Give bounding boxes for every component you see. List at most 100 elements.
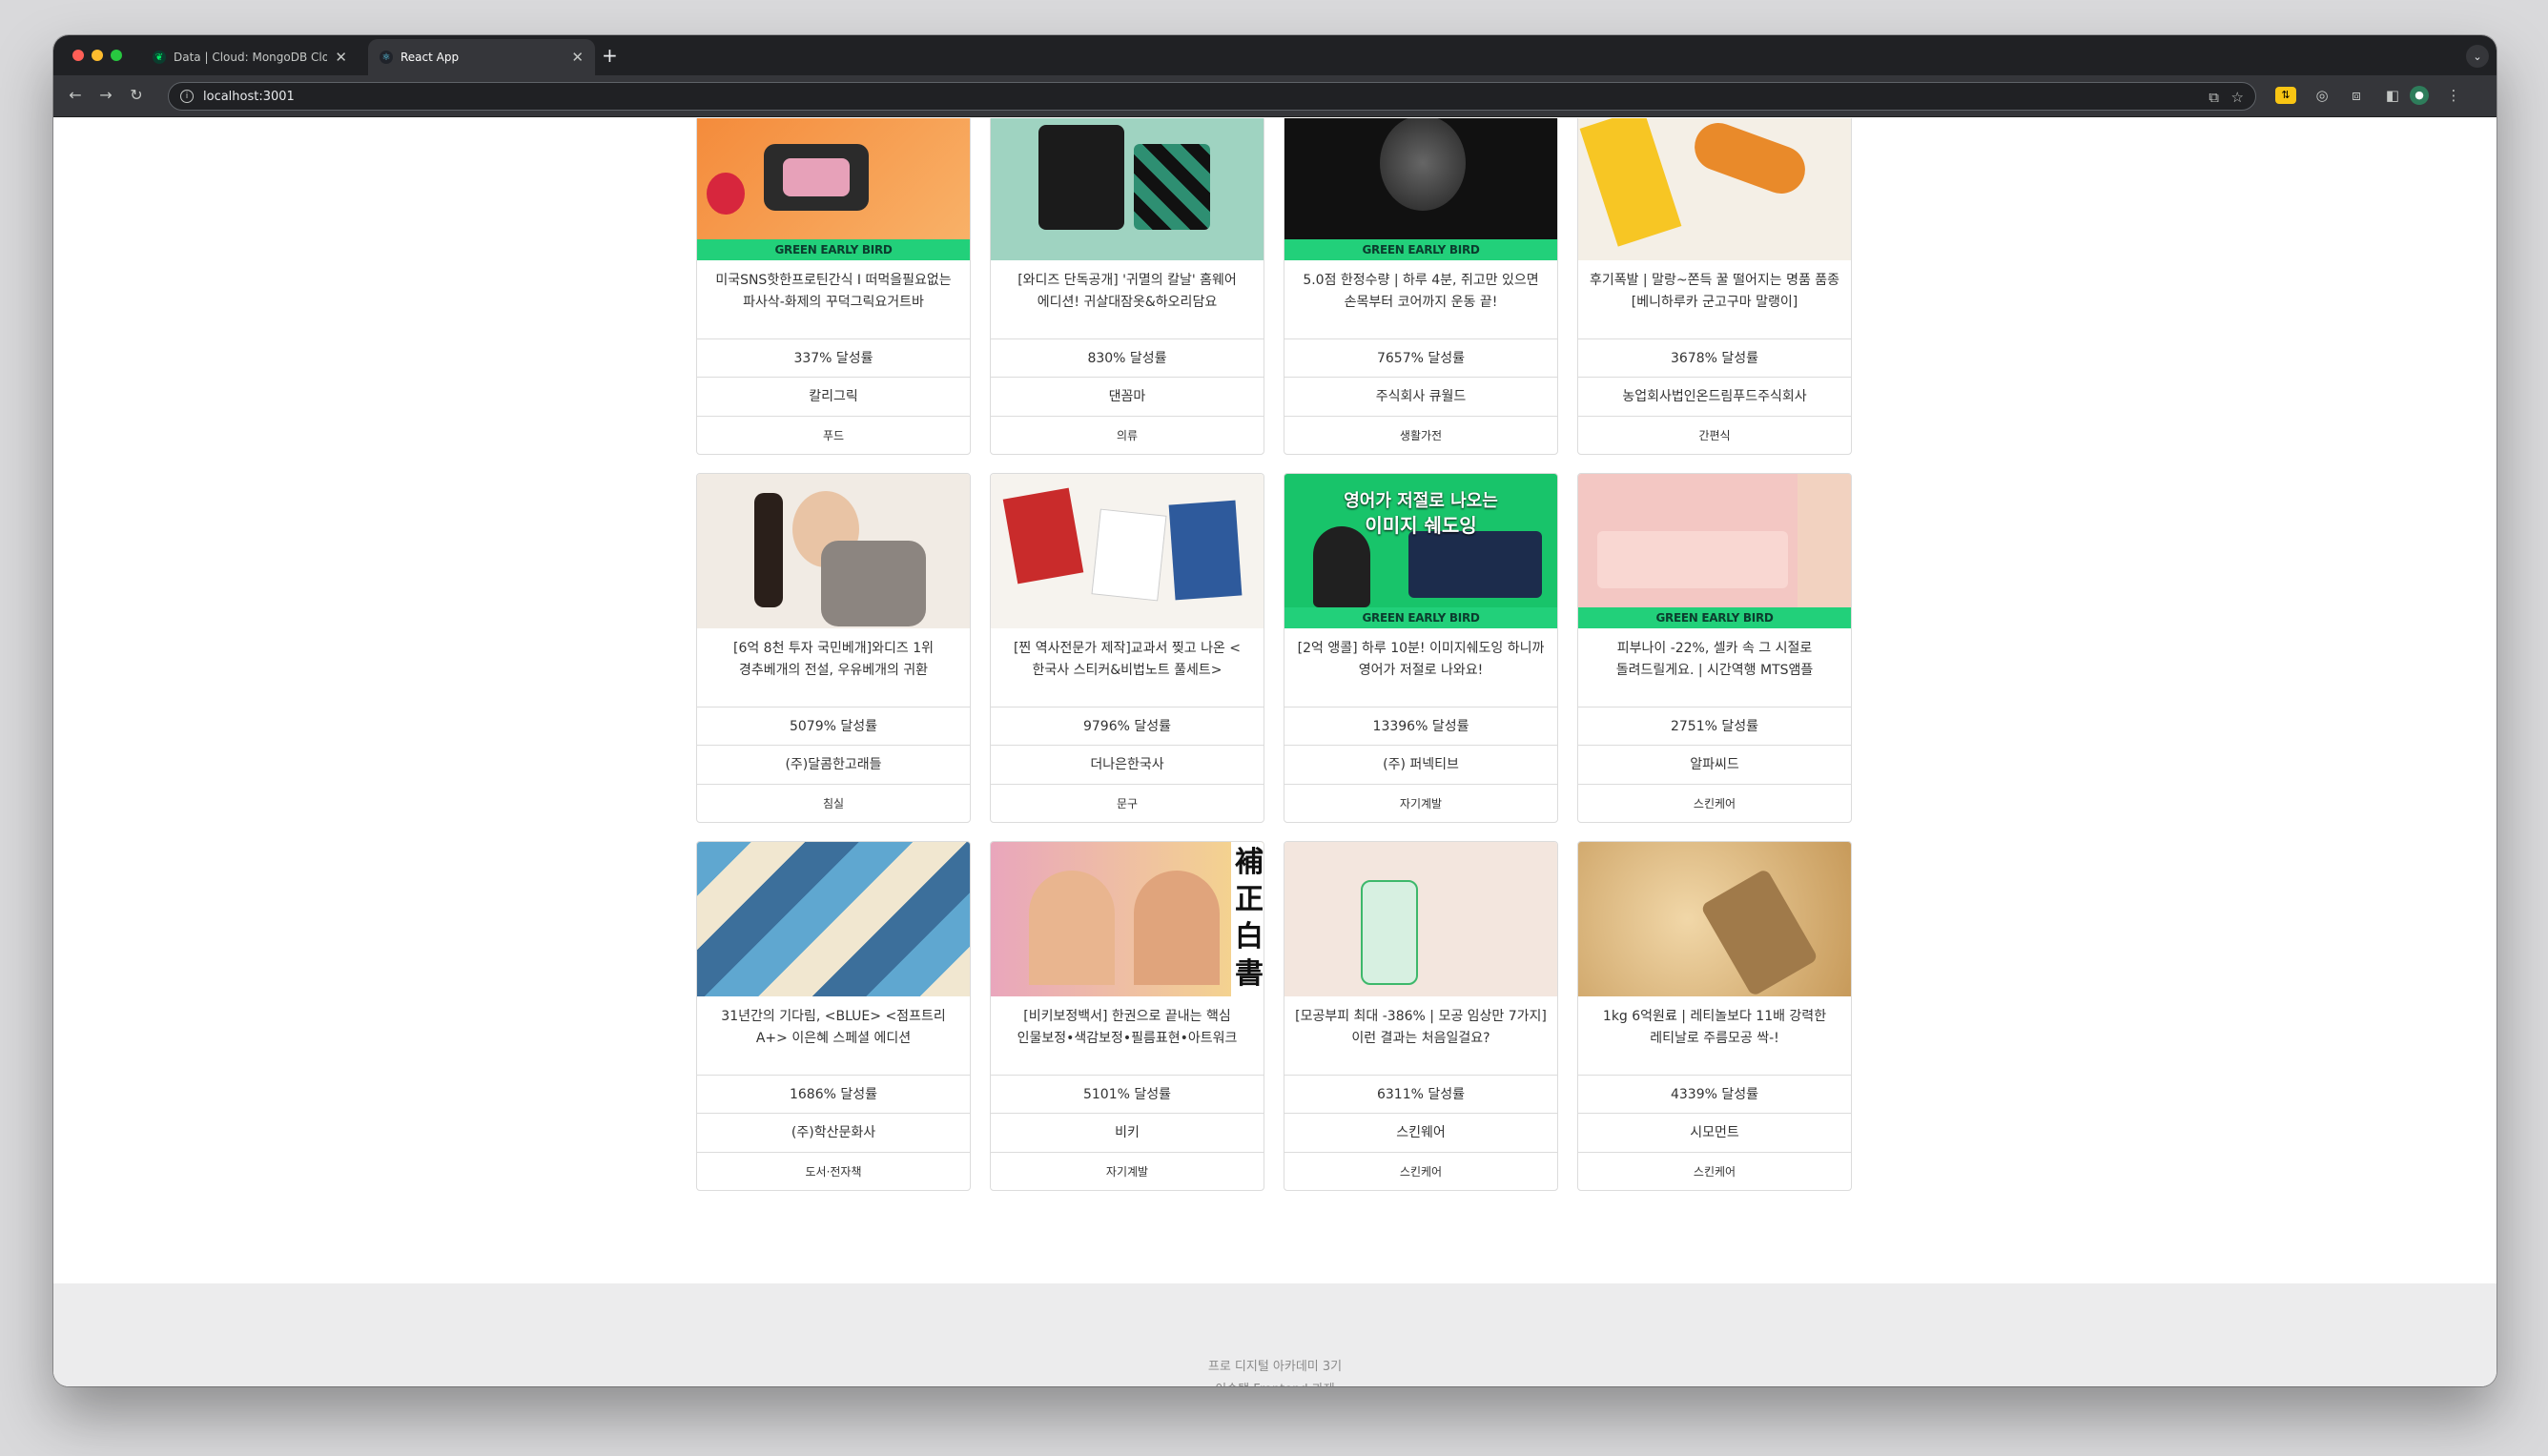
page-viewport: GREEN EARLY BIRD 미국SNS핫한프로틴간식 I 떠먹을필요없는 파… bbox=[53, 118, 2497, 1386]
category-label: 간편식 bbox=[1578, 416, 1851, 454]
funding-rate: 3678% 달성률 bbox=[1578, 338, 1851, 377]
extensions-puzzle-icon[interactable]: ⧈ bbox=[2346, 87, 2367, 104]
tab-search-button[interactable]: ⌄ bbox=[2466, 45, 2489, 68]
category-label: 문구 bbox=[991, 784, 1264, 822]
product-card[interactable]: [모공부피 최대 -386% | 모공 임상만 7가지] 이런 결과는 처음일걸… bbox=[1284, 841, 1558, 1191]
category-label: 자기계발 bbox=[991, 1152, 1264, 1190]
product-title[interactable]: 1kg 6억원료 | 레티놀보다 11배 강력한 레티날로 주름모공 싹-! bbox=[1588, 1006, 1841, 1061]
category-label: 자기계발 bbox=[1284, 784, 1557, 822]
product-title[interactable]: 미국SNS핫한프로틴간식 I 떠먹을필요없는 파사삭-화제의 꾸덕그릭요거트바 bbox=[707, 270, 960, 325]
footer-line-author: 이승택 Frontend 과제 bbox=[53, 1379, 2497, 1386]
image-caption-line: 영어가 저절로 나오는 bbox=[1344, 491, 1498, 511]
category-label: 의류 bbox=[991, 416, 1264, 454]
product-image[interactable] bbox=[1578, 842, 1851, 996]
product-card[interactable]: GREEN EARLY BIRD 미국SNS핫한프로틴간식 I 떠먹을필요없는 파… bbox=[696, 118, 971, 455]
product-title[interactable]: [모공부피 최대 -386% | 모공 임상만 7가지] 이런 결과는 처음일걸… bbox=[1294, 1006, 1548, 1061]
product-title[interactable]: 피부나이 -22%, 셀카 속 그 시절로 돌려드릴게요. | 시간역행 MTS… bbox=[1588, 638, 1841, 693]
early-bird-banner: GREEN EARLY BIRD bbox=[697, 239, 970, 260]
funding-rate: 6311% 달성률 bbox=[1284, 1075, 1557, 1113]
product-card[interactable]: 補正白書 [비키보정백서] 한권으로 끝내는 핵심 인물보정•색감보정•필름표현•… bbox=[990, 841, 1264, 1191]
product-card[interactable]: GREEN EARLY BIRD 5.0점 한정수량 | 하루 4분, 쥐고만 있… bbox=[1284, 118, 1558, 455]
product-card[interactable]: 31년간의 기다림, <BLUE> <점프트리 A+> 이은혜 스페셜 에디션 1… bbox=[696, 841, 971, 1191]
close-icon[interactable]: ✕ bbox=[335, 49, 347, 66]
extension-icon[interactable]: ⇅ bbox=[2275, 87, 2296, 104]
product-image[interactable] bbox=[1284, 842, 1557, 996]
tab-mongodb[interactable]: ❦ Data | Cloud: MongoDB Cloud ✕ bbox=[141, 39, 359, 75]
back-icon[interactable]: ← bbox=[65, 86, 86, 104]
product-image[interactable] bbox=[991, 118, 1264, 260]
product-image[interactable]: GREEN EARLY BIRD bbox=[697, 118, 970, 260]
site-info-icon[interactable]: i bbox=[180, 90, 194, 103]
more-menu-icon[interactable]: ⋮ bbox=[2443, 87, 2464, 104]
product-title[interactable]: [비키보정백서] 한권으로 끝내는 핵심 인물보정•색감보정•필름표현•아트워크 bbox=[1000, 1006, 1254, 1061]
maker-name: 칼리그릭 bbox=[697, 377, 970, 415]
maker-name: 주식회사 큐월드 bbox=[1284, 377, 1557, 415]
image-caption-char: 補 bbox=[1235, 846, 1264, 879]
close-window-button[interactable] bbox=[72, 50, 84, 61]
category-label: 도서·전자책 bbox=[697, 1152, 970, 1190]
tab-react-app[interactable]: ⚛ React App ✕ bbox=[368, 39, 595, 75]
maker-name: 댄꼼마 bbox=[991, 377, 1264, 415]
maker-name: 더나은한국사 bbox=[991, 745, 1264, 783]
product-image[interactable] bbox=[697, 474, 970, 628]
product-title[interactable]: 5.0점 한정수량 | 하루 4분, 쥐고만 있으면 손목부터 코어까지 운동 … bbox=[1294, 270, 1548, 325]
category-label: 생활가전 bbox=[1284, 416, 1557, 454]
funding-rate: 5079% 달성률 bbox=[697, 707, 970, 745]
footer: 프로 디지털 아카데미 3기 이승택 Frontend 과제 bbox=[53, 1283, 2497, 1386]
forward-icon[interactable]: → bbox=[95, 86, 116, 104]
product-image[interactable] bbox=[1578, 118, 1851, 260]
product-title[interactable]: [와디즈 단독공개] '귀멸의 칼날' 홈웨어 에디션! 귀살대잠옷&하오리담요 bbox=[1000, 270, 1254, 325]
maker-name: 농업회사법인온드림푸드주식회사 bbox=[1578, 377, 1851, 415]
product-card[interactable]: 후기폭발 | 말랑~쫀득 꿀 떨어지는 명품 품종 [베니하루카 군고구마 말랭… bbox=[1577, 118, 1852, 455]
funding-rate: 7657% 달성률 bbox=[1284, 338, 1557, 377]
image-caption-line: 이미지 쉐도잉 bbox=[1365, 514, 1477, 537]
product-title[interactable]: 후기폭발 | 말랑~쫀득 꿀 떨어지는 명품 품종 [베니하루카 군고구마 말랭… bbox=[1588, 270, 1841, 325]
install-app-icon[interactable]: ⧉ bbox=[2209, 89, 2219, 106]
side-panel-icon[interactable]: ◧ bbox=[2382, 87, 2403, 104]
product-card[interactable]: [찐 역사전문가 제작]교과서 찢고 나온 < 한국사 스티커&비법노트 풀세트… bbox=[990, 473, 1264, 823]
maker-name: (주)달콤한고래들 bbox=[697, 745, 970, 783]
product-image[interactable]: GREEN EARLY BIRD bbox=[1578, 474, 1851, 628]
product-title[interactable]: 31년간의 기다림, <BLUE> <점프트리 A+> 이은혜 스페셜 에디션 bbox=[707, 1006, 960, 1061]
maker-name: 스킨웨어 bbox=[1284, 1113, 1557, 1151]
new-tab-button[interactable]: + bbox=[602, 44, 618, 67]
product-image[interactable] bbox=[697, 842, 970, 996]
profile-avatar[interactable]: ● bbox=[2410, 86, 2429, 105]
maximize-window-button[interactable] bbox=[111, 50, 122, 61]
early-bird-banner: GREEN EARLY BIRD bbox=[1284, 607, 1557, 628]
product-title[interactable]: [찐 역사전문가 제작]교과서 찢고 나온 < 한국사 스티커&비법노트 풀세트… bbox=[1000, 638, 1254, 693]
maker-name: 시모먼트 bbox=[1578, 1113, 1851, 1151]
bookmark-star-icon[interactable]: ☆ bbox=[2231, 89, 2244, 106]
product-title[interactable]: [6억 8천 투자 국민베개]와디즈 1위 경추베개의 전설, 우유베개의 귀환 bbox=[707, 638, 960, 693]
product-title[interactable]: [2억 앵콜] 하루 10분! 이미지쉐도잉 하니까 영어가 저절로 나와요! bbox=[1294, 638, 1548, 693]
minimize-window-button[interactable] bbox=[92, 50, 103, 61]
tab-title: React App bbox=[401, 51, 460, 64]
product-card[interactable]: GREEN EARLY BIRD 피부나이 -22%, 셀카 속 그 시절로 돌려… bbox=[1577, 473, 1852, 823]
browser-toolbar: ← → ↻ i localhost:3001 ⧉ ☆ ⇅ ◎ ⧈ ◧ ● ⋮ bbox=[53, 75, 2497, 117]
product-card[interactable]: 영어가 저절로 나오는이미지 쉐도잉 GREEN EARLY BIRD [2억 앵콜… bbox=[1284, 473, 1558, 823]
category-label: 스킨케어 bbox=[1578, 784, 1851, 822]
product-image[interactable]: 補正白書 bbox=[991, 842, 1264, 996]
funding-rate: 830% 달성률 bbox=[991, 338, 1264, 377]
product-image[interactable]: 영어가 저절로 나오는이미지 쉐도잉 GREEN EARLY BIRD bbox=[1284, 474, 1557, 628]
product-image[interactable] bbox=[991, 474, 1264, 628]
funding-rate: 1686% 달성률 bbox=[697, 1075, 970, 1113]
early-bird-banner: GREEN EARLY BIRD bbox=[1578, 607, 1851, 628]
product-image[interactable]: GREEN EARLY BIRD bbox=[1284, 118, 1557, 260]
address-bar[interactable]: i localhost:3001 ⧉ ☆ bbox=[168, 82, 2256, 111]
footer-line-academy: 프로 디지털 아카데미 3기 bbox=[1207, 1360, 1343, 1374]
funding-rate: 13396% 달성률 bbox=[1284, 707, 1557, 745]
url-text[interactable]: localhost:3001 bbox=[203, 90, 295, 104]
funding-rate: 337% 달성률 bbox=[697, 338, 970, 377]
maker-name: (주)학산문화사 bbox=[697, 1113, 970, 1151]
product-card[interactable]: [와디즈 단독공개] '귀멸의 칼날' 홈웨어 에디션! 귀살대잠옷&하오리담요… bbox=[990, 118, 1264, 455]
extension-circle-icon[interactable]: ◎ bbox=[2312, 87, 2332, 104]
browser-window: ❦ Data | Cloud: MongoDB Cloud ✕ ⚛ React … bbox=[53, 35, 2497, 1386]
close-icon[interactable]: ✕ bbox=[571, 49, 584, 66]
product-card[interactable]: [6억 8천 투자 국민베개]와디즈 1위 경추베개의 전설, 우유베개의 귀환… bbox=[696, 473, 971, 823]
product-card[interactable]: 1kg 6억원료 | 레티놀보다 11배 강력한 레티날로 주름모공 싹-! 43… bbox=[1577, 841, 1852, 1191]
tab-strip: ❦ Data | Cloud: MongoDB Cloud ✕ ⚛ React … bbox=[53, 35, 2497, 75]
image-caption-char: 正 bbox=[1235, 883, 1264, 916]
reload-icon[interactable]: ↻ bbox=[126, 86, 147, 104]
funding-rate: 2751% 달성률 bbox=[1578, 707, 1851, 745]
